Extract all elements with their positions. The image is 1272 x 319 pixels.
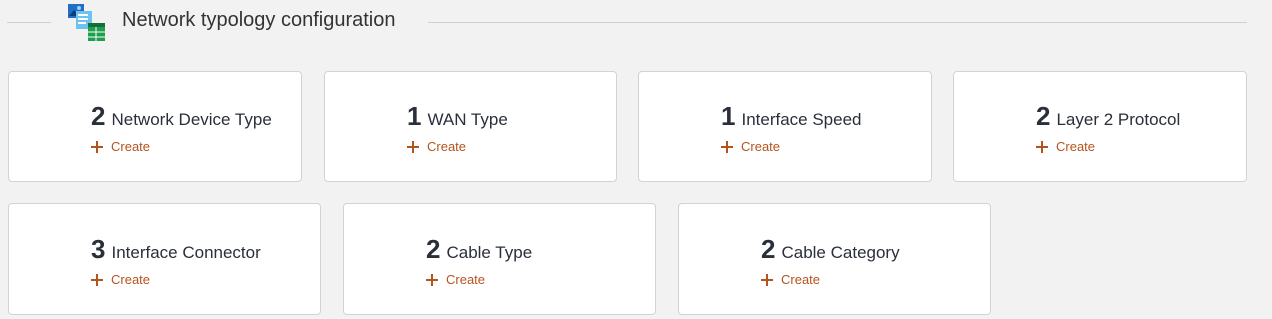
divider-right (428, 22, 1247, 23)
card-title: 3 Interface Connector (91, 234, 261, 265)
card-title: 1 Interface Speed (721, 101, 862, 132)
create-label: Create (111, 139, 151, 154)
create-label: Create (1056, 139, 1096, 154)
create-cable-type-link[interactable]: Create (426, 272, 485, 287)
plus-icon (407, 140, 419, 153)
create-interface-speed-link[interactable]: Create (721, 139, 780, 154)
network-config-icon (66, 3, 106, 43)
card-title: 2 Layer 2 Protocol (1036, 101, 1180, 132)
card-count: 2 (761, 234, 776, 264)
divider-left (7, 22, 51, 23)
card-count: 1 (407, 101, 422, 131)
plus-icon (721, 140, 733, 153)
card-count: 2 (1036, 101, 1051, 131)
card-layer-2-protocol: 2 Layer 2 Protocol Create (953, 71, 1247, 182)
create-network-device-type-link[interactable]: Create (91, 139, 150, 154)
card-network-device-type: 2 Network Device Type Create (8, 71, 302, 182)
create-wan-type-link[interactable]: Create (407, 139, 466, 154)
card-label: Interface Speed (741, 110, 862, 129)
plus-icon (426, 273, 438, 286)
card-label: Network Device Type (111, 110, 272, 129)
create-label: Create (781, 272, 821, 287)
create-label: Create (446, 272, 486, 287)
create-label: Create (427, 139, 467, 154)
card-wan-type: 1 WAN Type Create (324, 71, 617, 182)
card-interface-connector: 3 Interface Connector Create (8, 203, 321, 315)
card-count: 2 (426, 234, 441, 264)
card-count: 1 (721, 101, 736, 131)
card-count: 3 (91, 234, 106, 264)
card-title: 2 Network Device Type (91, 101, 272, 132)
card-title: 2 Cable Type (426, 234, 532, 265)
create-label: Create (741, 139, 781, 154)
create-label: Create (111, 272, 151, 287)
plus-icon (91, 273, 103, 286)
card-label: Cable Type (446, 243, 533, 262)
card-interface-speed: 1 Interface Speed Create (638, 71, 932, 182)
card-label: Cable Category (781, 243, 900, 262)
card-label: Layer 2 Protocol (1056, 110, 1181, 129)
card-cable-type: 2 Cable Type Create (343, 203, 656, 315)
section-title: Network typology configuration (122, 9, 396, 31)
card-count: 2 (91, 101, 106, 131)
card-title: 2 Cable Category (761, 234, 900, 265)
plus-icon (1036, 140, 1048, 153)
card-label: WAN Type (427, 110, 508, 129)
card-label: Interface Connector (111, 243, 261, 262)
create-layer-2-protocol-link[interactable]: Create (1036, 139, 1095, 154)
card-cable-category: 2 Cable Category Create (678, 203, 991, 315)
section-header: Network typology configuration (0, 0, 1272, 44)
plus-icon (761, 273, 773, 286)
create-cable-category-link[interactable]: Create (761, 272, 820, 287)
card-title: 1 WAN Type (407, 101, 508, 132)
create-interface-connector-link[interactable]: Create (91, 272, 150, 287)
plus-icon (91, 140, 103, 153)
